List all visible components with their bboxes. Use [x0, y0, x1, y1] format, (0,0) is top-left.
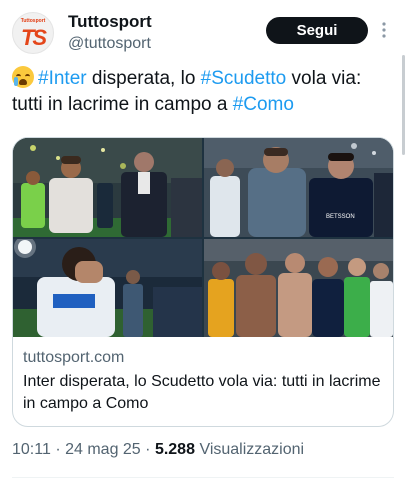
tweet-text: #Inter disperata, lo #Scudetto vola via:…	[12, 66, 392, 118]
tweet-date[interactable]: 24 mag 25	[65, 441, 141, 458]
photo-team-huddle	[204, 239, 393, 337]
tweet-header: Tuttosport TS Tuttosport @tuttosport Seg…	[0, 0, 406, 64]
photo-collage[interactable]: BETSSON	[13, 138, 393, 337]
tweet-time[interactable]: 10:11	[12, 441, 51, 458]
meta-separator: ·	[55, 441, 61, 458]
hashtag-como[interactable]: #Como	[233, 94, 294, 115]
jersey-text: BETSSON	[326, 214, 355, 220]
views-count: 5.288	[154, 441, 195, 458]
scrollbar[interactable]	[402, 55, 405, 155]
account-handle[interactable]: @tuttosport	[68, 35, 151, 53]
hashtag-scudetto[interactable]: #Scudetto	[201, 68, 287, 89]
views-label: Visualizzazioni	[199, 441, 305, 458]
avatar-brand-text: Tuttosport	[20, 18, 46, 24]
avatar-logo-mark: TS	[20, 25, 47, 50]
follow-button[interactable]: Segui	[266, 17, 368, 44]
photo-players-walking	[13, 138, 202, 237]
card-domain: tuttosport.com	[23, 349, 125, 366]
hashtag-inter[interactable]: #Inter	[38, 68, 87, 89]
link-card[interactable]: BETSSON tuttosport.com Inter disperata, …	[12, 137, 394, 427]
tweet-text-part: disperata, lo	[86, 68, 201, 89]
tweet-meta: 10:11 · 24 mag 25 · 5.288 Visualizzazion…	[12, 441, 304, 459]
divider	[12, 477, 394, 478]
meta-separator: ·	[145, 441, 151, 458]
account-name[interactable]: Tuttosport	[68, 12, 152, 32]
card-title[interactable]: Inter disperata, lo Scudetto vola via: t…	[23, 371, 383, 415]
photo-player-dejected: BETSSON	[204, 138, 393, 237]
photo-player-crying	[13, 239, 202, 337]
crying-face-emoji	[12, 66, 34, 88]
avatar[interactable]: Tuttosport TS	[12, 12, 54, 54]
more-vertical-icon[interactable]	[378, 19, 390, 41]
